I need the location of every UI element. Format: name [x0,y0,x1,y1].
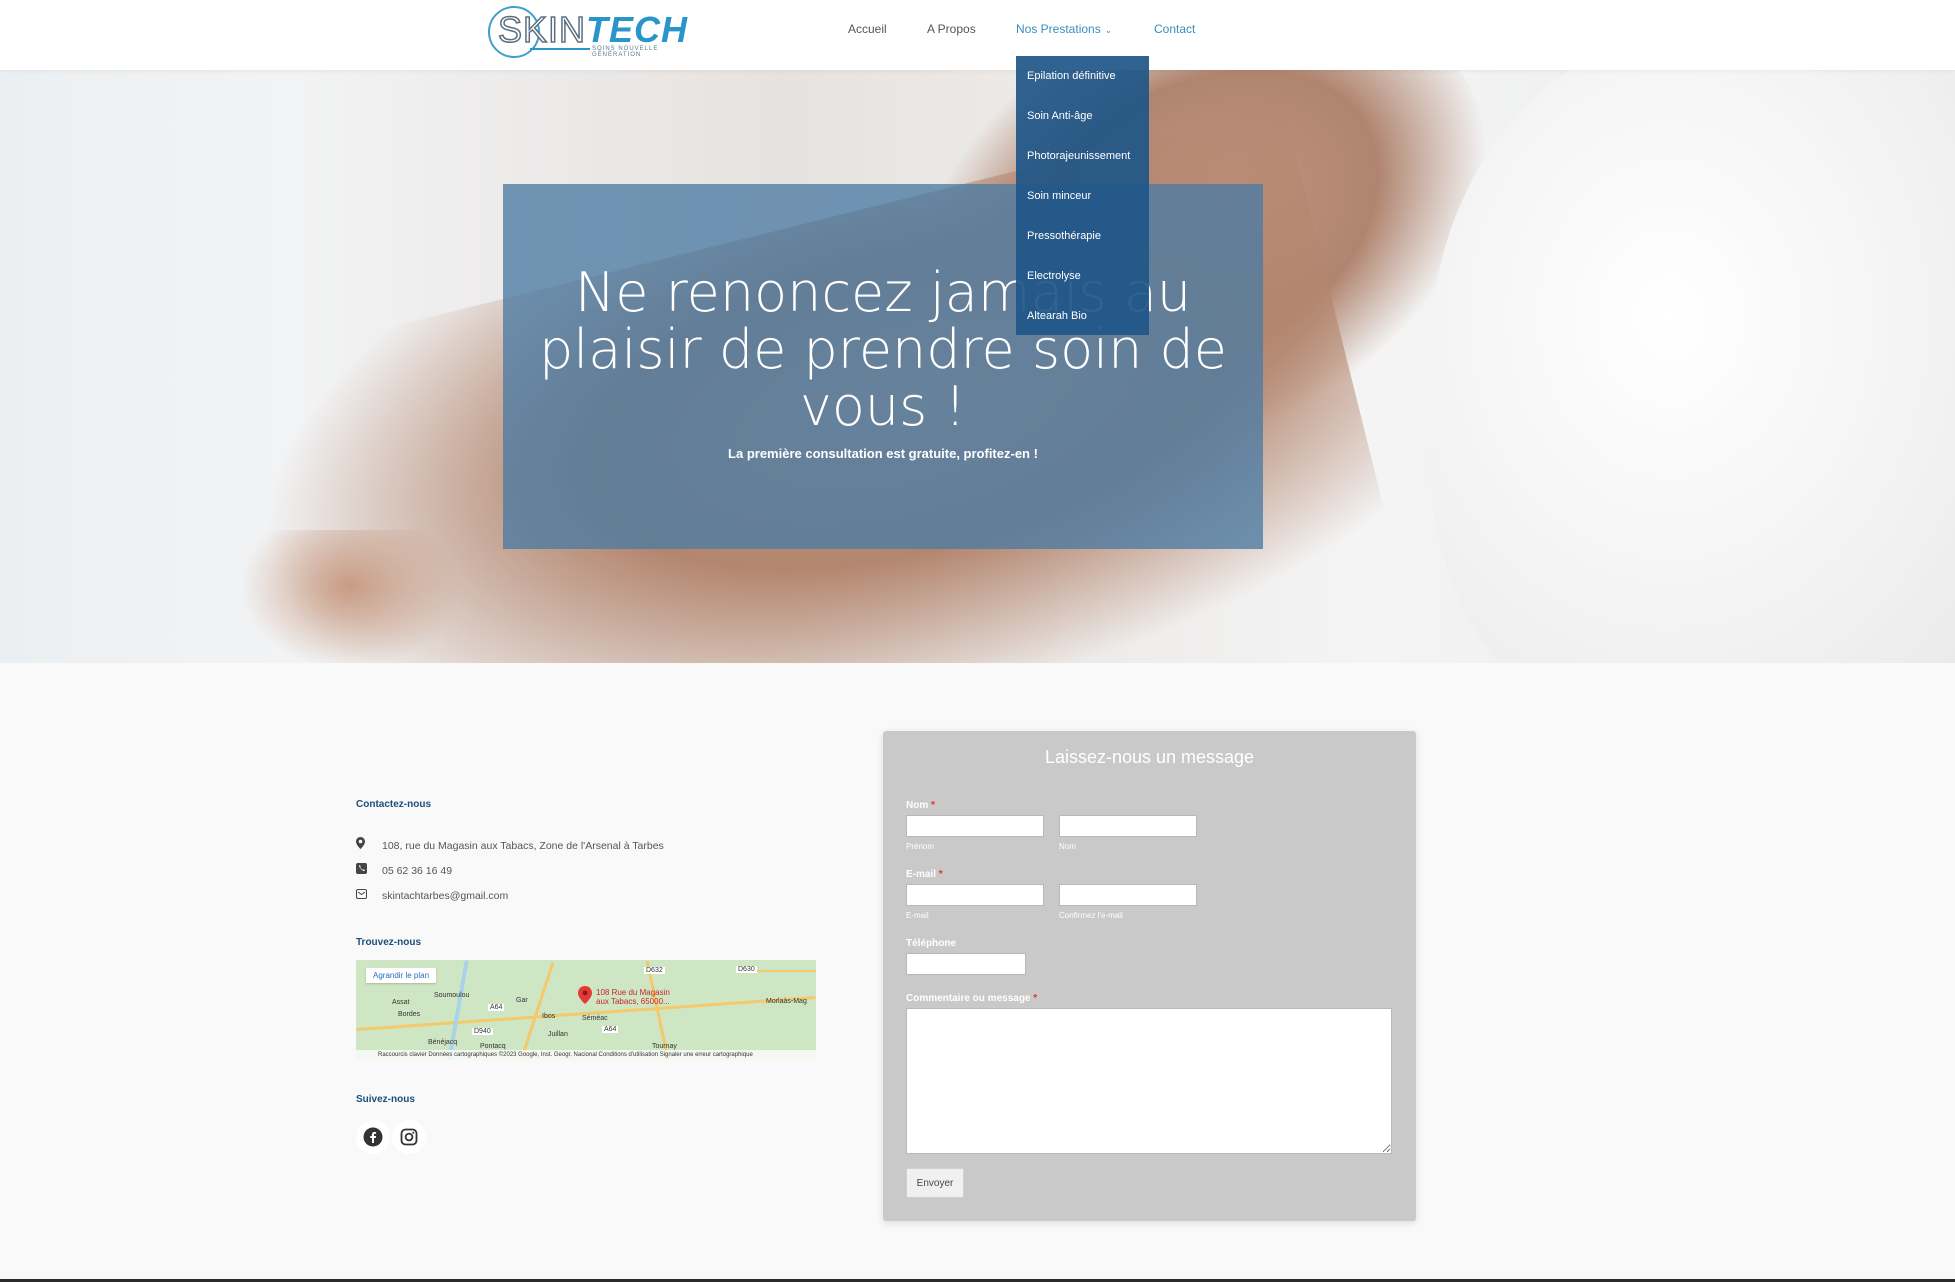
email-sublabel: E-mail [906,911,929,920]
map-place: Soumoulou [434,992,470,999]
map-road-label: D632 [644,967,665,974]
nom-label: Nom * [906,800,935,811]
google-map[interactable]: Agrandir le plan Soumoulou Assat Bordes … [356,960,816,1060]
map-attribution: Raccourcis clavier Données cartographiqu… [356,1050,816,1060]
instagram-link[interactable] [392,1120,426,1154]
dropdown-item-anti-age[interactable]: Soin Anti-âge [1027,110,1092,122]
hero-banner: Ne renoncez jamais au plaisir de prendre… [0,70,1955,663]
phone-input[interactable] [906,953,1026,975]
form-title: Laissez-nous un message [1044,747,1255,767]
email-input[interactable] [906,884,1044,906]
dropdown-item-epilation[interactable]: Epilation définitive [1027,70,1116,82]
map-road-label: D940 [472,1028,493,1035]
nav-contact[interactable]: Contact [1154,22,1195,36]
map-place: Gar [516,997,528,1004]
map-place: Juillan [548,1031,568,1038]
map-road-label: A64 [602,1026,619,1033]
contact-heading: Contactez-nous [356,799,431,810]
follow-us-heading: Suivez-nous [356,1094,415,1105]
hero-photo-shirt [1430,70,1955,663]
contact-form: Laissez-nous un message Nom * Prénom Nom… [883,731,1416,1221]
enlarge-map-button[interactable]: Agrandir le plan [366,968,437,983]
map-place: Bordes [398,1011,421,1018]
prenom-sublabel: Prénom [906,842,935,851]
dropdown-item-altearah-bio[interactable]: Altearah Bio [1027,310,1087,322]
map-road-north [520,961,555,1059]
email-label-text: E-mail [906,869,937,880]
map-marker-icon[interactable] [578,986,592,1004]
nav-nos-prestations[interactable]: Nos Prestations ⌄ [1016,22,1112,36]
email-label: E-mail * [906,869,943,880]
instagram-icon [400,1128,418,1146]
email-row: skintachtarbes@gmail.com [356,889,508,902]
prenom-input[interactable] [906,815,1044,837]
dropdown-item-electrolyse[interactable]: Electrolyse [1027,270,1081,282]
hero-title: Ne renoncez jamais au plaisir de prendre… [538,261,1228,438]
map-road-label: D630 [736,966,757,973]
map-marker-label-line1: 108 Rue du Magasin [596,988,670,997]
email-text[interactable]: skintachtarbes@gmail.com [382,890,508,902]
skintech-logo[interactable]: SKINTECH SOINS NOUVELLE GÉNÉRATION [484,4,704,60]
map-place: Séméac [582,1015,608,1022]
nom-label-text: Nom [906,800,929,811]
required-marker: * [931,800,935,811]
site-header: SKINTECH SOINS NOUVELLE GÉNÉRATION Accue… [0,0,1955,70]
nav-accueil[interactable]: Accueil [848,22,887,36]
nom-input[interactable] [1059,815,1197,837]
comment-textarea[interactable] [906,1008,1392,1154]
dropdown-item-soin-minceur[interactable]: Soin minceur [1027,190,1091,202]
map-place: Assat [392,999,410,1006]
phone-text[interactable]: 05 62 36 16 49 [382,865,452,877]
nav-nos-prestations-label: Nos Prestations [1016,22,1101,36]
submit-button[interactable]: Envoyer [906,1168,964,1198]
confirm-email-input[interactable] [1059,884,1197,906]
comment-label: Commentaire ou message * [906,993,1037,1004]
map-road-label: A64 [488,1004,505,1011]
nom-sublabel: Nom [1059,842,1076,851]
phone-label: Téléphone [906,938,957,949]
hero-overlay-box: Ne renoncez jamais au plaisir de prendre… [503,184,1263,549]
map-place: Morlaàs-Mag [766,998,807,1005]
hero-subtitle: La première consultation est gratuite, p… [728,446,1038,461]
logo-kin: KIN [522,8,587,51]
dropdown-item-photorajeunissement[interactable]: Photorajeunissement [1027,150,1130,162]
logo-s: S [497,8,524,51]
address-row: 108, rue du Magasin aux Tabacs, Zone de … [356,837,664,852]
facebook-icon [363,1127,383,1147]
facebook-link[interactable] [356,1120,390,1154]
envelope-icon [356,889,368,902]
logo-tagline: SOINS NOUVELLE GÉNÉRATION [592,46,659,58]
map-marker-label: 108 Rue du Magasin aux Tabacs, 65000... [596,988,670,1006]
phone-row: 05 62 36 16 49 [356,863,452,877]
prestations-dropdown: Epilation définitive Soin Anti-âge Photo… [1016,56,1149,335]
confirm-email-sublabel: Confirmez l'e-mail [1059,911,1123,920]
address-text: 108, rue du Magasin aux Tabacs, Zone de … [382,840,664,852]
map-place: Bénéjacq [428,1039,458,1046]
comment-label-text: Commentaire ou message [906,993,1031,1004]
chevron-down-icon: ⌄ [1104,25,1113,35]
map-place: Ibos [542,1013,556,1020]
map-pin-icon [356,837,368,852]
hero-photo-hand [240,530,460,663]
nav-apropos[interactable]: A Propos [927,22,976,36]
required-marker: * [1033,993,1038,1004]
map-marker-label-line2: aux Tabacs, 65000... [596,997,670,1006]
map-place: Tournay [652,1043,677,1050]
dropdown-item-pressotherapie[interactable]: Pressothérapie [1027,230,1101,242]
phone-icon [356,863,368,877]
map-place: Pontacq [480,1043,506,1050]
required-marker: * [938,869,943,880]
logo-tech: TECH [586,9,689,50]
find-us-heading: Trouvez-nous [356,937,422,948]
